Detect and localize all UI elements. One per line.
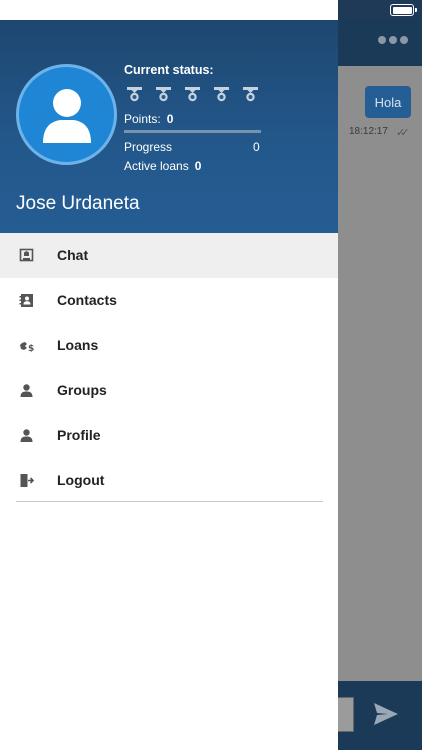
menu-item-groups[interactable]: Groups bbox=[0, 368, 338, 413]
avatar[interactable] bbox=[16, 64, 117, 165]
menu-item-logout[interactable]: Logout bbox=[0, 458, 338, 503]
drawer-status-bar bbox=[0, 0, 338, 20]
contacts-icon bbox=[19, 294, 33, 307]
menu-label-groups: Groups bbox=[57, 382, 107, 398]
user-name: Jose Urdaneta bbox=[16, 193, 140, 214]
double-check-icon: ✓✓ bbox=[396, 127, 410, 139]
status-badge-icon bbox=[185, 87, 200, 102]
status-badge-icon bbox=[156, 87, 171, 102]
drawer-menu: Chat Contacts $ Loans Groups Profile Log… bbox=[0, 233, 338, 503]
active-loans-value: 0 bbox=[194, 159, 202, 173]
menu-item-profile[interactable]: Profile bbox=[0, 413, 338, 458]
status-badge-icon bbox=[127, 87, 142, 102]
points-row: Points: 0 bbox=[124, 112, 173, 126]
points-value: 0 bbox=[166, 112, 174, 126]
message-bubble[interactable]: Hola bbox=[365, 86, 411, 118]
menu-label-contacts: Contacts bbox=[57, 292, 117, 308]
user-avatar-icon bbox=[43, 89, 91, 143]
progress-label: Progress bbox=[124, 140, 173, 154]
menu-label-logout: Logout bbox=[57, 472, 105, 488]
navigation-drawer: Current status: Points: 0 Progress 0 Acti… bbox=[0, 0, 338, 750]
points-label: Points: bbox=[124, 112, 161, 126]
menu-item-chat[interactable]: Chat bbox=[0, 233, 338, 278]
battery-icon bbox=[390, 4, 417, 16]
more-options-icon[interactable] bbox=[378, 36, 408, 44]
progress-bar bbox=[124, 130, 261, 133]
groups-icon bbox=[20, 384, 33, 397]
svg-text:$: $ bbox=[28, 344, 34, 353]
chat-icon bbox=[19, 248, 34, 262]
menu-label-chat: Chat bbox=[57, 247, 89, 263]
menu-label-profile: Profile bbox=[57, 427, 101, 443]
profile-icon bbox=[20, 429, 33, 442]
send-icon[interactable] bbox=[372, 701, 400, 727]
menu-divider bbox=[16, 501, 323, 502]
loans-icon: $ bbox=[20, 342, 34, 353]
current-status-label: Current status: bbox=[124, 63, 214, 77]
menu-item-contacts[interactable]: Contacts bbox=[0, 278, 338, 323]
menu-item-loans[interactable]: $ Loans bbox=[0, 323, 338, 368]
progress-value: 0 bbox=[253, 140, 260, 154]
menu-label-loans: Loans bbox=[57, 337, 99, 353]
status-badge-icon bbox=[214, 87, 229, 102]
logout-icon bbox=[20, 474, 34, 487]
active-loans-label: Active loans bbox=[124, 159, 189, 173]
message-timestamp: 18:12:17 bbox=[349, 126, 388, 137]
active-loans-row: Active loans 0 bbox=[124, 159, 201, 173]
profile-header: Current status: Points: 0 Progress 0 Acti… bbox=[0, 20, 338, 233]
status-badge-icon bbox=[243, 87, 258, 102]
status-badges bbox=[126, 86, 259, 103]
